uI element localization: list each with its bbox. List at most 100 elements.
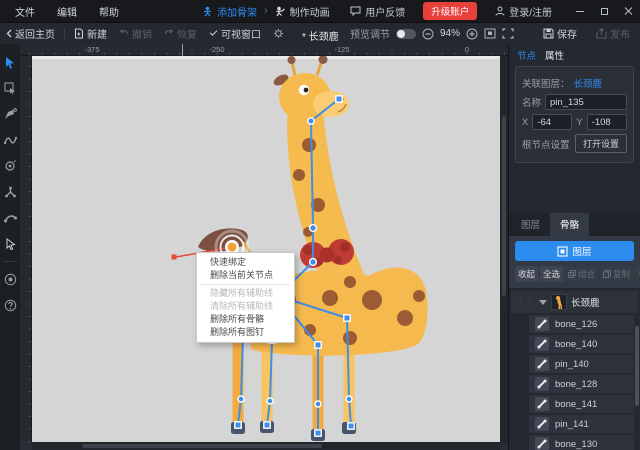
minimize-button[interactable]	[568, 0, 592, 22]
divider	[3, 261, 17, 262]
context-menu: 快速绑定 删除当前关节点 隐藏所有辅助线 清除所有辅助线 删除所有骨骼 删除所有…	[196, 252, 295, 343]
viewport-checkbox[interactable]: 可视窗口	[203, 26, 267, 41]
delete-button[interactable]: 删除	[635, 266, 640, 282]
step-add-skeleton[interactable]: 添加骨架	[202, 4, 257, 19]
step-make-animation[interactable]: 制作动画	[275, 4, 330, 19]
drag-handle-icon[interactable]: ⋮⋮	[517, 298, 535, 307]
horizontal-scrollbar[interactable]	[32, 442, 500, 450]
bone-list-item[interactable]: pin_140	[529, 355, 634, 373]
open-settings-button[interactable]: 打开设置	[574, 134, 627, 153]
scrollbar-thumb[interactable]	[502, 116, 506, 296]
root-layer-label: 长颈鹿	[571, 298, 600, 309]
vertical-ruler	[20, 56, 32, 442]
collapse-button[interactable]: 收起	[515, 266, 539, 282]
back-home-button[interactable]: 返回主页	[0, 26, 61, 41]
y-label: Y	[576, 116, 583, 128]
group-button[interactable]: 组合	[565, 266, 599, 282]
upgrade-account-button[interactable]: 升级账户	[423, 2, 478, 20]
bone-list-item[interactable]: bone_130	[529, 435, 634, 450]
panel-tabs: 图层 骨骼	[509, 213, 640, 236]
tab-bones[interactable]: 骨骼	[550, 213, 590, 236]
app-window: 文件 编辑 帮助 添加骨架 › 制作动画 用户反馈 升级账户 登录/注册 返回主…	[0, 0, 640, 450]
y-input[interactable]	[586, 114, 627, 130]
bone-list-item[interactable]: bone_141	[529, 395, 634, 413]
bone-chain-tool[interactable]	[0, 127, 20, 153]
menu-help[interactable]: 帮助	[90, 1, 128, 22]
bone-icon	[535, 357, 549, 371]
zoom-out-icon[interactable]	[422, 28, 434, 40]
feedback-button[interactable]: 用户反馈	[342, 0, 413, 22]
bone-list-item[interactable]: bone_128	[529, 375, 634, 393]
divider	[64, 27, 65, 40]
bone-name: pin_140	[555, 358, 589, 370]
linked-layer-label: 关联图层：	[522, 79, 570, 90]
login-button[interactable]: 登录/注册	[487, 0, 560, 22]
vertical-scrollbar[interactable]	[500, 56, 508, 442]
select-all-button[interactable]: 全选	[540, 266, 564, 282]
menu-item-delete-all-pins[interactable]: 删除所有图钉	[197, 326, 294, 339]
x-input[interactable]	[532, 114, 573, 130]
name-label: 名称	[522, 98, 542, 109]
layer-mode-button[interactable]: 图层	[515, 241, 634, 261]
maximize-icon	[600, 7, 608, 15]
tab-layers[interactable]: 图层	[511, 213, 550, 236]
new-button[interactable]: 新建	[68, 26, 113, 41]
redo-icon	[164, 29, 173, 35]
new-label: 新建	[87, 30, 107, 41]
name-input[interactable]	[545, 94, 627, 110]
pointer-tool[interactable]	[0, 231, 20, 257]
pin-tool[interactable]	[0, 101, 20, 127]
menu-edit[interactable]: 编辑	[48, 1, 86, 22]
redo-button[interactable]: 恢复	[158, 26, 203, 41]
ruler-label: 0	[464, 45, 470, 54]
expand-caret-icon[interactable]	[539, 299, 547, 305]
menu-item-clear-guides[interactable]: 清除所有辅助线	[197, 300, 294, 313]
toolbar-right: 保存 发布	[537, 26, 636, 41]
viewport-settings-button[interactable]	[267, 28, 290, 39]
curve-bone-tool[interactable]	[0, 205, 20, 231]
menu-item-quick-bind[interactable]: 快速绑定	[197, 256, 294, 269]
menu-item-delete-all-bones[interactable]: 删除所有骨骼	[197, 313, 294, 326]
root-layer-row[interactable]: ⋮⋮ 长颈鹿	[511, 291, 638, 313]
bone-list-item[interactable]: bone_126	[529, 315, 634, 333]
visibility-tool[interactable]	[0, 266, 20, 292]
stage[interactable]	[32, 56, 500, 442]
close-button[interactable]	[616, 0, 640, 22]
chevron-left-icon	[6, 29, 12, 38]
cursor-outline-icon	[6, 238, 16, 250]
zoom-percentage[interactable]: 94%	[440, 28, 460, 39]
skeleton-branch-tool[interactable]	[0, 179, 20, 205]
bone-icon	[535, 417, 549, 431]
joint-tool[interactable]	[0, 153, 20, 179]
save-button[interactable]: 保存	[537, 26, 583, 41]
fullscreen-icon[interactable]	[502, 28, 514, 39]
group-icon	[568, 270, 577, 278]
transform-tool[interactable]	[0, 75, 20, 101]
undo-button[interactable]: 撤销	[113, 26, 158, 41]
menu-bar: 文件 编辑 帮助	[0, 1, 128, 22]
linked-layer-link[interactable]: 长颈鹿	[574, 76, 603, 90]
scrollbar-thumb[interactable]	[82, 444, 322, 448]
maximize-button[interactable]	[592, 0, 616, 22]
list-scrollbar-thumb[interactable]	[635, 326, 639, 406]
menu-file[interactable]: 文件	[6, 1, 44, 22]
publish-button[interactable]: 发布	[590, 26, 636, 41]
step-label: 添加骨架	[217, 7, 257, 19]
zoom-in-icon[interactable]	[466, 28, 478, 40]
window-controls	[568, 0, 640, 22]
bone-icon	[535, 377, 549, 391]
right-panel: 节点 属性 关联图层： 长颈鹿 名称 X Y	[508, 44, 640, 450]
canvas-area[interactable]: -375 -250 -125 0 快速绑定 删除当前关节点 隐藏所有辅助线 清除…	[20, 44, 508, 450]
copy-button[interactable]: 复制	[600, 266, 634, 282]
help-button[interactable]	[0, 292, 20, 318]
bone-list-item[interactable]: bone_140	[529, 335, 634, 353]
viewport-label: 可视窗口	[221, 30, 261, 41]
fit-view-icon[interactable]	[484, 28, 496, 39]
select-tool[interactable]	[0, 49, 20, 75]
step-label: 制作动画	[289, 7, 330, 19]
preview-toggle[interactable]	[396, 28, 416, 39]
menu-item-delete-current-joint[interactable]: 删除当前关节点	[197, 269, 294, 282]
bone-list-item[interactable]: pin_141	[529, 415, 634, 433]
bone-name: bone_140	[555, 338, 598, 350]
menu-item-hide-guides[interactable]: 隐藏所有辅助线	[197, 287, 294, 300]
